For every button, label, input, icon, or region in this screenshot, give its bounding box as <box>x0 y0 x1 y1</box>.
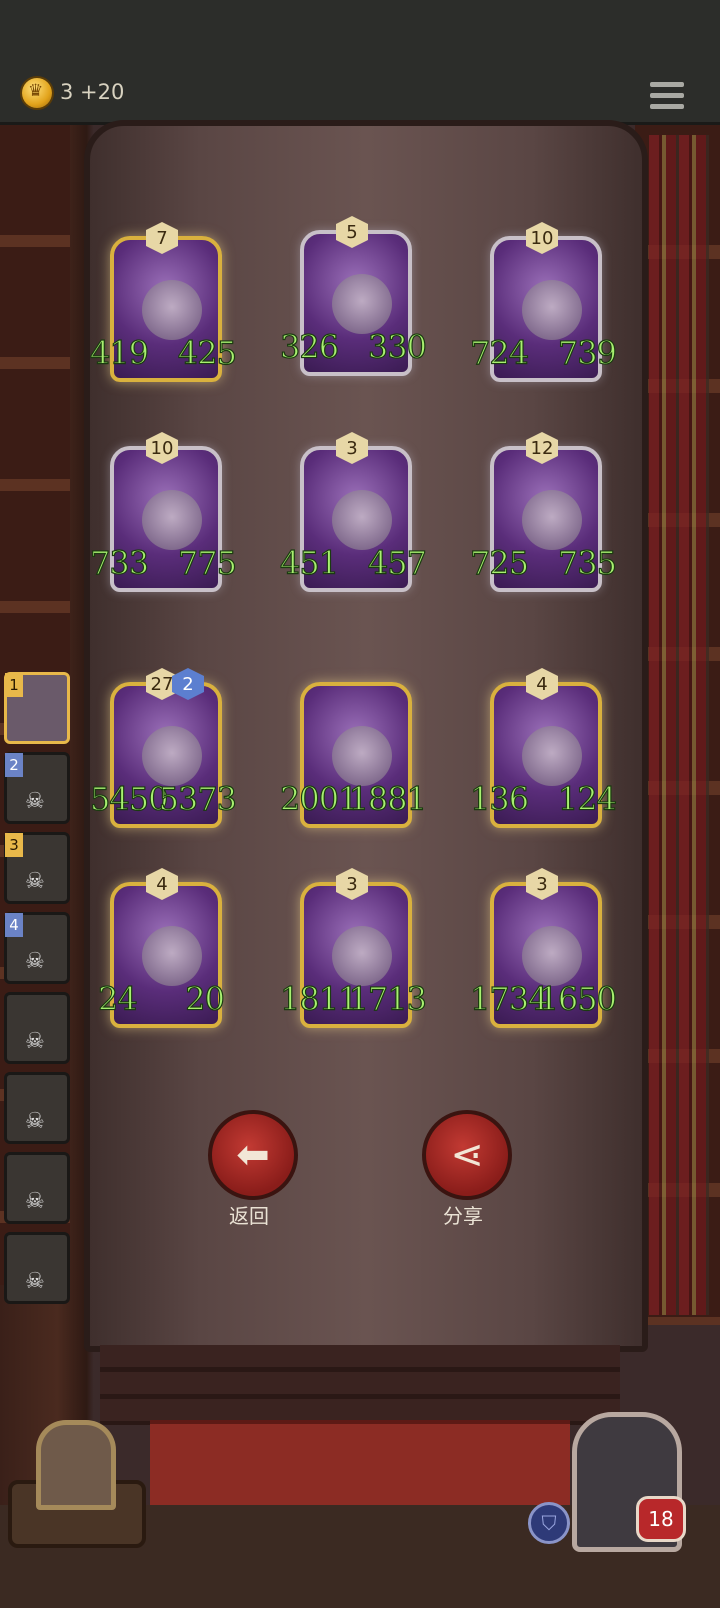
minion-card[interactable]: 4 136 124 <box>469 668 618 828</box>
player-slot[interactable]: 3 ☠ <box>4 832 70 904</box>
health-value: 1713 <box>348 979 428 1018</box>
health-value: 1650 <box>538 979 618 1018</box>
health-value: 425 <box>177 333 237 372</box>
opponent-portrait[interactable] <box>36 1420 116 1510</box>
attack-value: 24 <box>97 979 138 1018</box>
player-slot[interactable]: 1 <box>4 672 70 744</box>
skull-icon: ☠ <box>25 1029 45 1054</box>
rank-badge: 1 <box>5 673 23 697</box>
minion-portrait <box>332 274 392 334</box>
rank-badge: 2 <box>5 753 23 777</box>
skull-icon: ☠ <box>25 869 45 894</box>
minion-card[interactable]: 3 451 457 <box>279 432 428 592</box>
top-bar: 3 +20 <box>0 0 720 125</box>
shield-icon[interactable]: ⛉ <box>528 1502 570 1544</box>
skull-icon: ☠ <box>25 789 45 814</box>
arrow-left-icon: ⬅ <box>236 1132 270 1178</box>
minion-portrait <box>142 280 202 340</box>
rank-badge: 4 <box>5 913 23 937</box>
minion-portrait <box>332 926 392 986</box>
health-value: 5373 <box>158 779 238 818</box>
share-button[interactable]: ⋖ <box>422 1110 512 1200</box>
stairs <box>100 1345 620 1425</box>
skull-icon: ☠ <box>25 949 45 974</box>
share-icon: ⋖ <box>450 1132 484 1178</box>
minion-portrait <box>142 726 202 786</box>
minion-portrait <box>522 926 582 986</box>
menu-icon[interactable] <box>650 82 684 116</box>
minion-card[interactable]: 10 724 739 <box>469 222 618 382</box>
player-slot[interactable]: 4 ☠ <box>4 912 70 984</box>
health-value: 775 <box>177 543 237 582</box>
health-value: 739 <box>557 333 617 372</box>
attack-value: 1734 <box>469 979 549 1018</box>
attack-value: 733 <box>89 543 149 582</box>
minion-portrait <box>522 280 582 340</box>
back-button[interactable]: ⬅ <box>208 1110 298 1200</box>
skull-icon: ☠ <box>25 1269 45 1294</box>
minion-card[interactable]: 3 1734 1650 <box>469 868 618 1028</box>
attack-value: 136 <box>469 779 529 818</box>
health-value: 457 <box>367 543 427 582</box>
skull-icon: ☠ <box>25 1189 45 1214</box>
health-value: 20 <box>185 979 226 1018</box>
minion-card[interactable]: 2001 1881 <box>279 668 428 828</box>
player-slot[interactable]: ☠ <box>4 1152 70 1224</box>
share-label: 分享 <box>443 1204 483 1228</box>
minion-portrait <box>142 490 202 550</box>
minion-portrait <box>332 490 392 550</box>
minion-card[interactable]: 10 733 775 <box>89 432 238 592</box>
minion-portrait <box>142 926 202 986</box>
minion-card[interactable]: 4 24 20 <box>97 868 226 1028</box>
hero-health: 18 <box>636 1496 686 1542</box>
minion-portrait <box>332 726 392 786</box>
back-label: 返回 <box>229 1204 269 1228</box>
health-value: 330 <box>367 327 427 366</box>
gold-counter: 3 +20 <box>60 80 125 104</box>
health-value: 735 <box>557 543 617 582</box>
minion-card[interactable]: 5 326 330 <box>279 216 428 376</box>
minion-card[interactable]: 7 419 425 <box>89 222 238 382</box>
player-slot[interactable]: ☠ <box>4 1232 70 1304</box>
attack-value: 5450 <box>89 779 169 818</box>
minion-card[interactable]: 3 1811 1713 <box>279 868 428 1028</box>
attack-value: 724 <box>469 333 529 372</box>
skull-icon: ☠ <box>25 1109 45 1134</box>
red-carpet <box>150 1420 570 1514</box>
attack-value: 2001 <box>279 779 359 818</box>
attack-value: 419 <box>89 333 149 372</box>
minion-card[interactable]: 12 725 735 <box>469 432 618 592</box>
player-slot[interactable]: 2 ☠ <box>4 752 70 824</box>
player-slot[interactable]: ☠ <box>4 1072 70 1144</box>
attack-value: 1811 <box>279 979 359 1018</box>
minion-portrait <box>522 490 582 550</box>
health-value: 1881 <box>348 779 428 818</box>
attack-value: 725 <box>469 543 529 582</box>
health-value: 124 <box>557 779 617 818</box>
minion-card[interactable]: 27 2 5450 5373 <box>89 668 238 828</box>
rank-badge: 3 <box>5 833 23 857</box>
attack-value: 326 <box>279 327 339 366</box>
attack-value: 451 <box>279 543 339 582</box>
player-list: 1 2 ☠ 3 ☠ 4 ☠ ☠ ☠ ☠ ☠ <box>0 672 70 1312</box>
crown-coin-icon <box>22 78 52 108</box>
player-slot[interactable]: ☠ <box>4 992 70 1064</box>
minion-portrait <box>522 726 582 786</box>
